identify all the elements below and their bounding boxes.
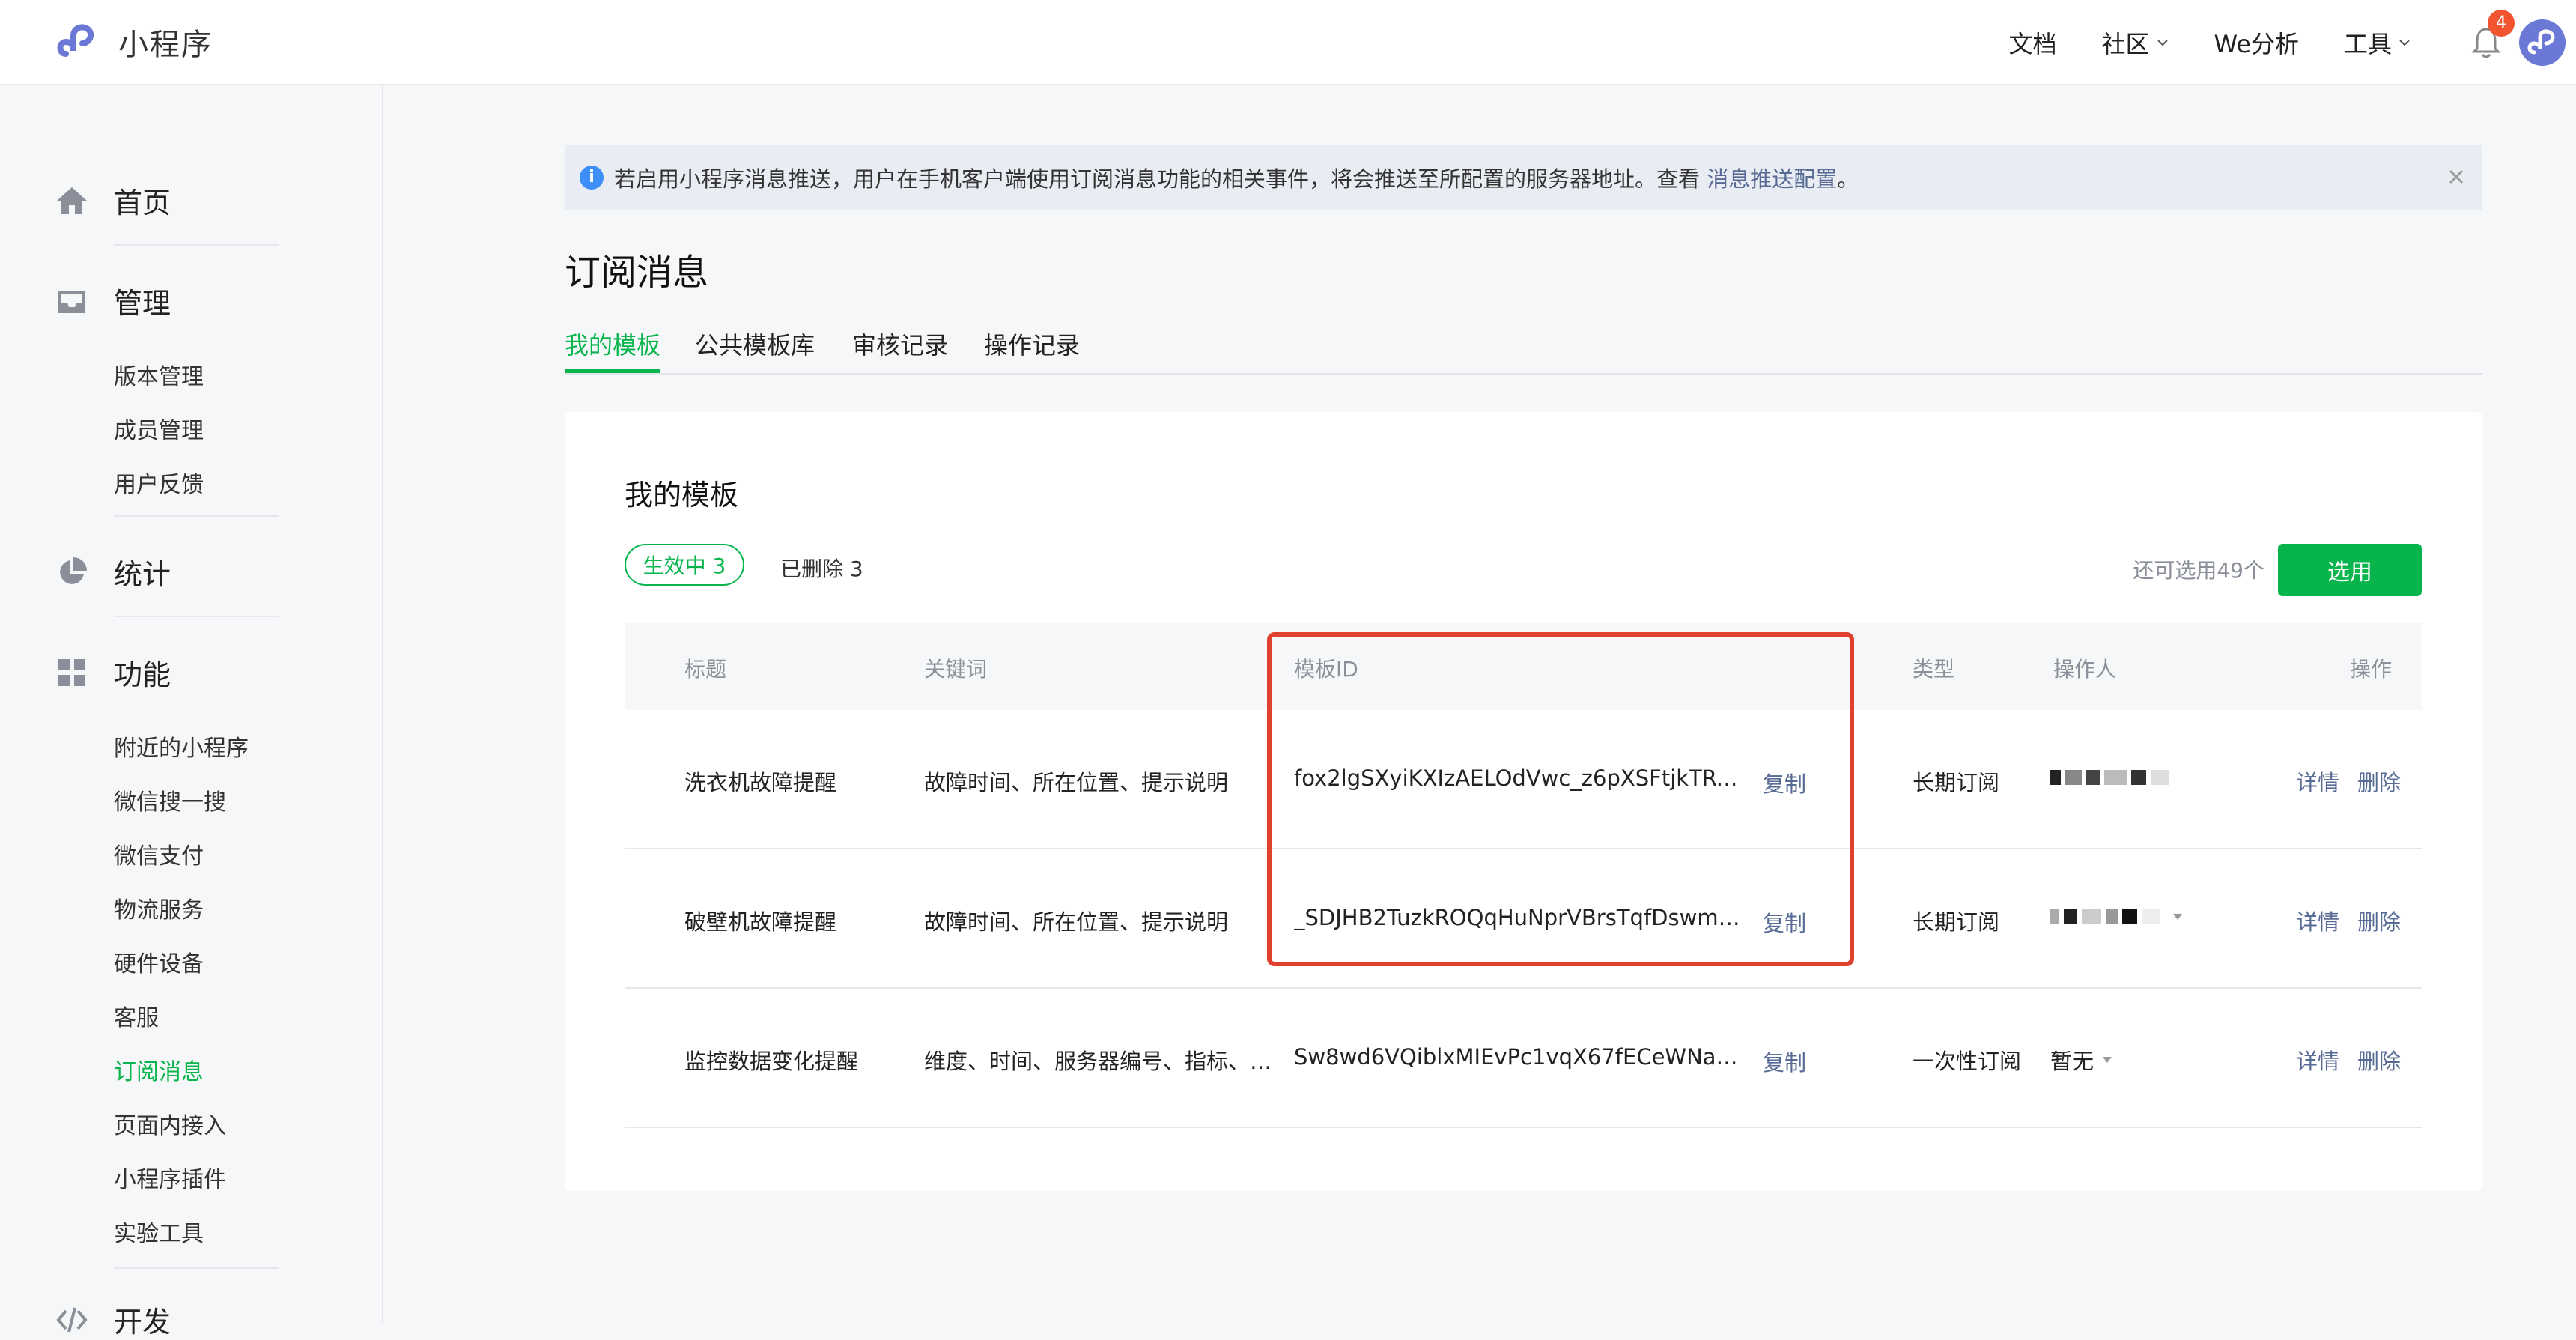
chevron-down-icon — [2399, 40, 2410, 46]
sidebar-item-hardware[interactable]: 硬件设备 — [114, 945, 204, 978]
sidebar-item-nearby[interactable]: 附近的小程序 — [114, 730, 249, 763]
row-title: 洗衣机故障提醒 — [684, 770, 837, 795]
col-template-id: 模板ID — [1294, 657, 1358, 682]
tab-operation-records[interactable]: 操作记录 — [984, 327, 1080, 361]
push-config-link[interactable]: 消息推送配置 — [1707, 166, 1837, 192]
delete-link[interactable]: 删除 — [2357, 1044, 2401, 1076]
row-keywords: 故障时间、所在位置、提示说明 — [924, 909, 1229, 935]
notification-bell[interactable]: 4 — [2471, 10, 2515, 59]
sidebar-divider — [114, 1267, 279, 1269]
detail-link[interactable]: 详情 — [2296, 766, 2339, 797]
top-nav: 文档 社区 We分析 工具 4 — [2008, 0, 2576, 85]
close-icon[interactable] — [2444, 165, 2468, 189]
app-logo[interactable]: 小程序 — [55, 19, 213, 64]
operator-select[interactable]: 暂无 — [2050, 1044, 2113, 1076]
sidebar-item-page-access[interactable]: 页面内接入 — [114, 1107, 226, 1140]
sidebar-divider — [114, 515, 279, 517]
delete-link[interactable]: 删除 — [2357, 905, 2401, 936]
operator-redacted — [2050, 766, 2215, 789]
sidebar-divider — [114, 616, 279, 617]
col-operator: 操作人 — [2053, 657, 2117, 682]
dropdown-caret-icon — [2173, 914, 2182, 920]
operator-none: 暂无 — [2050, 1049, 2094, 1074]
table-row: 监控数据变化提醒 维度、时间、服务器编号、指标、数... Sw8wd6VQibl… — [625, 989, 2422, 1128]
col-keywords: 关键词 — [924, 657, 988, 682]
user-avatar[interactable] — [2519, 19, 2566, 66]
nav-we-analysis[interactable]: We分析 — [2214, 25, 2299, 60]
row-title: 监控数据变化提醒 — [684, 1049, 859, 1074]
nav-docs[interactable]: 文档 — [2008, 25, 2056, 60]
tab-bar: 我的模板 公共模板库 审核记录 操作记录 — [565, 327, 2482, 375]
row-title: 破壁机故障提醒 — [684, 909, 837, 935]
inbox-icon — [55, 285, 88, 318]
filter-deleted[interactable]: 已删除 3 — [780, 553, 863, 583]
info-icon: i — [580, 166, 604, 190]
sidebar-item-wechat-search[interactable]: 微信搜一搜 — [114, 783, 226, 816]
code-icon — [55, 1303, 88, 1336]
nav-tools[interactable]: 工具 — [2344, 25, 2411, 60]
sidebar: 首页 管理 版本管理 成员管理 用户反馈 统计 功能 附近的小程序 微信搜一搜 … — [0, 85, 383, 1339]
operator-redacted[interactable] — [2050, 905, 2215, 929]
table-row: 破壁机故障提醒 故障时间、所在位置、提示说明 _SDJHB2TuzkROQqHu… — [625, 849, 2422, 989]
detail-link[interactable]: 详情 — [2296, 905, 2339, 936]
sidebar-item-plugins[interactable]: 小程序插件 — [114, 1161, 226, 1194]
col-title: 标题 — [684, 657, 727, 682]
sidebar-item-experiment-tools[interactable]: 实验工具 — [114, 1215, 204, 1248]
row-template-id: Sw8wd6VQiblxMIEvPc1vqX67fECeWNaPB5... — [1294, 1044, 1743, 1070]
detail-link[interactable]: 详情 — [2296, 1044, 2339, 1076]
sidebar-section-manage[interactable]: 管理 — [55, 280, 171, 321]
templates-card: 我的模板 生效中 3 已删除 3 还可选用49个 选用 标题 关键词 模板ID … — [565, 412, 2482, 1191]
copy-button[interactable]: 复制 — [1763, 1046, 1806, 1077]
chevron-down-icon — [2157, 40, 2168, 46]
delete-link[interactable]: 删除 — [2357, 766, 2401, 797]
row-template-id: _SDJHB2TuzkROQqHuNprVBrsTqfDswm_J7... — [1294, 905, 1743, 930]
pie-chart-icon — [55, 556, 88, 589]
row-template-id: fox2lgSXyiKXIzAELOdVwc_z6pXSFtjkTRCZv... — [1294, 766, 1743, 791]
sidebar-section-features[interactable]: 功能 — [55, 652, 171, 693]
app-title: 小程序 — [118, 28, 213, 62]
sidebar-item-subscription-messages[interactable]: 订阅消息 — [114, 1053, 204, 1086]
filter-active[interactable]: 生效中 3 — [625, 544, 744, 586]
tab-review-records[interactable]: 审核记录 — [852, 327, 948, 361]
miniprogram-logo-icon — [57, 24, 94, 57]
dropdown-caret-icon — [2103, 1057, 2112, 1063]
sidebar-item-version[interactable]: 版本管理 — [114, 358, 204, 391]
col-actions: 操作 — [2350, 657, 2393, 682]
sidebar-section-develop[interactable]: 开发 — [55, 1299, 171, 1340]
select-template-button[interactable]: 选用 — [2278, 544, 2422, 596]
info-alert: i 若启用小程序消息推送，用户在手机客户端使用订阅消息功能的相关事件，将会推送至… — [565, 145, 2482, 210]
tab-my-templates[interactable]: 我的模板 — [565, 327, 660, 361]
sidebar-divider — [114, 244, 279, 246]
col-type: 类型 — [1913, 657, 1955, 682]
row-keywords: 故障时间、所在位置、提示说明 — [924, 770, 1229, 795]
table-row: 洗衣机故障提醒 故障时间、所在位置、提示说明 fox2lgSXyiKXIzAEL… — [625, 710, 2422, 849]
remaining-count: 还可选用49个 — [2133, 558, 2264, 583]
copy-button[interactable]: 复制 — [1763, 767, 1806, 798]
avatar-logo-icon — [2527, 29, 2555, 55]
tab-public-templates[interactable]: 公共模板库 — [695, 327, 815, 361]
sidebar-section-home[interactable]: 首页 — [55, 180, 171, 221]
row-keywords: 维度、时间、服务器编号、指标、数... — [924, 1049, 1284, 1074]
row-type: 长期订阅 — [1913, 770, 2000, 795]
copy-button[interactable]: 复制 — [1763, 906, 1806, 938]
table-header: 标题 关键词 模板ID 类型 操作人 操作 — [625, 623, 2422, 710]
sidebar-item-wechat-pay[interactable]: 微信支付 — [114, 837, 204, 870]
active-tab-indicator — [565, 369, 660, 373]
sidebar-item-members[interactable]: 成员管理 — [114, 412, 204, 445]
sidebar-item-feedback[interactable]: 用户反馈 — [114, 466, 204, 499]
page-title: 订阅消息 — [565, 252, 709, 294]
sidebar-section-stats[interactable]: 统计 — [55, 551, 171, 592]
row-type: 一次性订阅 — [1913, 1049, 2022, 1074]
sidebar-item-logistics[interactable]: 物流服务 — [114, 891, 204, 924]
grid-icon — [55, 656, 88, 689]
row-type: 长期订阅 — [1913, 909, 2000, 935]
sidebar-item-customer-service[interactable]: 客服 — [114, 999, 159, 1032]
notification-badge: 4 — [2488, 10, 2515, 37]
top-bar: 小程序 文档 社区 We分析 工具 4 — [0, 0, 2576, 85]
nav-community[interactable]: 社区 — [2102, 25, 2169, 60]
alert-text: 若启用小程序消息推送，用户在手机客户端使用订阅消息功能的相关事件，将会推送至所配… — [614, 166, 1859, 192]
home-icon — [55, 184, 88, 217]
card-title: 我的模板 — [625, 479, 739, 512]
